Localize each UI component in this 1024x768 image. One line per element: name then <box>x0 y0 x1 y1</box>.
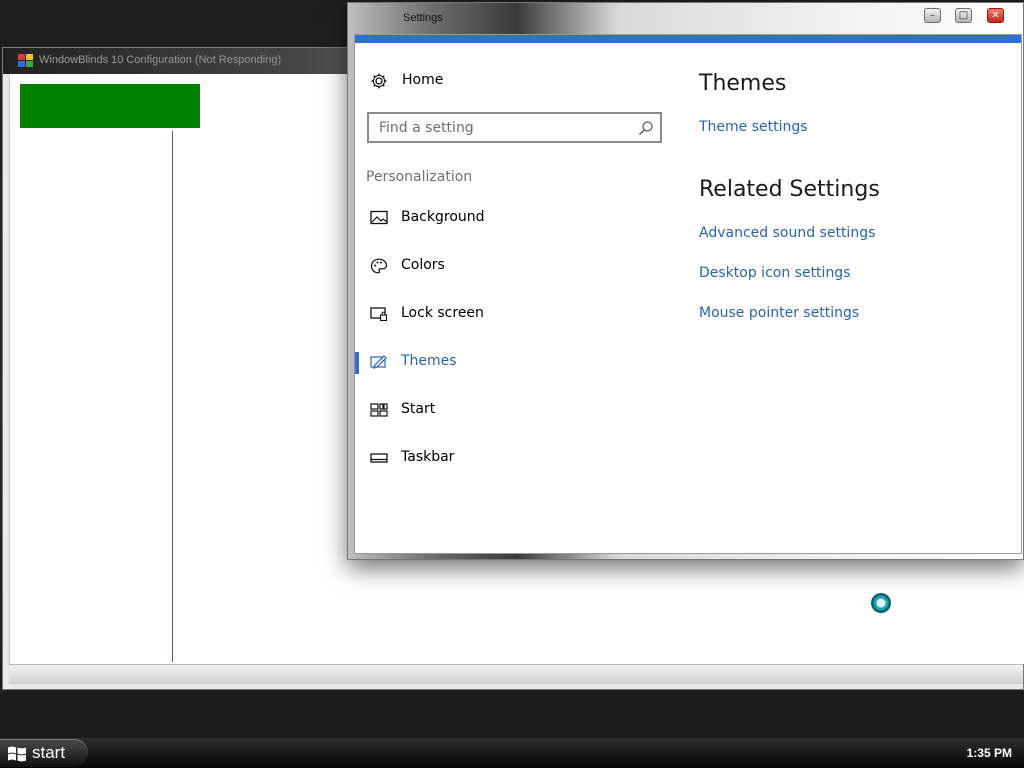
nav-item-themes[interactable]: Themes <box>355 346 655 378</box>
windows-logo-icon <box>8 746 26 762</box>
green-panel <box>20 84 200 128</box>
nav-item-taskbar[interactable]: Taskbar <box>355 442 655 474</box>
maximize-button[interactable]: □ <box>955 8 972 23</box>
nav-item-label: Taskbar <box>401 449 455 465</box>
picture-icon <box>370 210 388 225</box>
nav-item-lock-screen[interactable]: Lock screen <box>355 298 655 330</box>
nav-home-label: Home <box>402 72 444 88</box>
start-label: start <box>32 743 66 762</box>
nav-item-label: Colors <box>401 257 445 273</box>
taskbar-icon <box>370 453 388 463</box>
close-icon: ✕ <box>991 10 1000 21</box>
advanced-sound-settings-link[interactable]: Advanced sound settings <box>699 225 875 241</box>
related-settings-heading: Related Settings <box>699 177 880 202</box>
search-input[interactable] <box>369 114 639 141</box>
nav-home[interactable]: Home <box>368 71 568 91</box>
windowblinds-app-icon <box>18 54 34 68</box>
maximize-icon: □ <box>958 10 969 21</box>
brush-icon <box>370 355 387 369</box>
gear-icon <box>371 73 387 89</box>
windowblinds-status-bar <box>9 664 1023 684</box>
nav-item-start[interactable]: Start <box>355 394 655 426</box>
close-button[interactable]: ✕ <box>987 8 1004 23</box>
settings-window-title: Settings <box>403 12 443 24</box>
palette-icon <box>370 258 388 274</box>
windowblinds-title: WindowBlinds 10 Configuration (Not Respo… <box>39 54 282 66</box>
nav-item-label: Themes <box>401 353 457 369</box>
nav-item-background[interactable]: Background <box>355 202 655 234</box>
nav-item-label: Start <box>401 401 436 417</box>
clock[interactable]: 1:35 PM <box>967 746 1012 760</box>
nav-item-label: Lock screen <box>401 305 484 321</box>
search-icon[interactable] <box>638 120 654 136</box>
search-box[interactable] <box>367 112 662 143</box>
vertical-divider <box>172 131 173 662</box>
start-button[interactable]: start <box>0 739 88 767</box>
active-indicator <box>355 352 359 374</box>
minimize-button[interactable]: – <box>924 8 941 23</box>
busy-cursor-icon <box>871 593 891 613</box>
accent-bar <box>355 35 1021 43</box>
minimize-icon: – <box>930 10 935 21</box>
desktop-icon-settings-link[interactable]: Desktop icon settings <box>699 265 851 281</box>
lock-screen-icon <box>370 307 388 322</box>
start-tiles-icon <box>370 403 388 417</box>
taskbar: start 1:35 PM <box>0 738 1024 768</box>
nav-item-label: Background <box>401 209 485 225</box>
settings-client-area: Home Personalization Background Color <box>354 34 1022 554</box>
mouse-pointer-settings-link[interactable]: Mouse pointer settings <box>699 305 859 321</box>
nav-item-colors[interactable]: Colors <box>355 250 655 282</box>
section-heading: Personalization <box>366 169 473 185</box>
theme-settings-link[interactable]: Theme settings <box>699 119 808 135</box>
page-title: Themes <box>699 71 787 96</box>
settings-window[interactable]: Settings – □ ✕ Home Personalization <box>347 2 1024 560</box>
